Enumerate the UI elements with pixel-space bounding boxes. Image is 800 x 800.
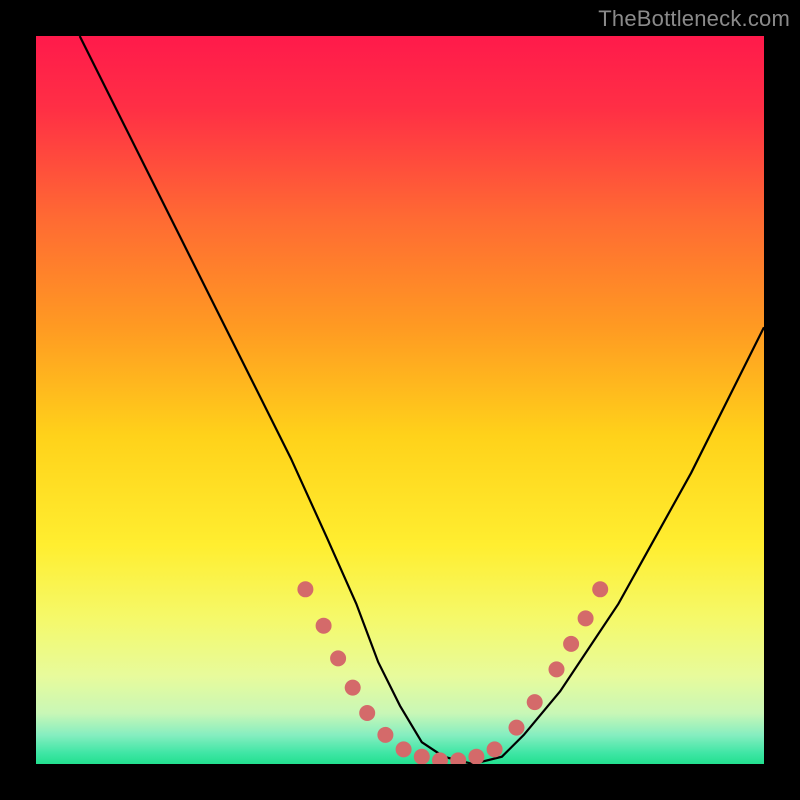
curve-marker	[549, 661, 565, 677]
curve-marker	[527, 694, 543, 710]
curve-marker	[578, 610, 594, 626]
watermark-text: TheBottleneck.com	[598, 6, 790, 32]
curve-marker	[563, 636, 579, 652]
curve-marker	[345, 680, 361, 696]
curve-marker	[432, 752, 448, 764]
curve-marker	[359, 705, 375, 721]
curve-marker	[316, 618, 332, 634]
curve-marker	[396, 741, 412, 757]
curve-marker	[509, 720, 525, 736]
curve-marker	[487, 741, 503, 757]
bottleneck-curve	[80, 36, 764, 764]
curve-marker	[297, 581, 313, 597]
curve-markers	[297, 581, 608, 764]
curve-marker	[414, 749, 430, 764]
curve-marker	[330, 650, 346, 666]
plot-area	[36, 36, 764, 764]
curve-layer	[36, 36, 764, 764]
curve-marker	[592, 581, 608, 597]
curve-marker	[450, 752, 466, 764]
curve-marker	[468, 749, 484, 764]
curve-marker	[377, 727, 393, 743]
chart-frame: TheBottleneck.com	[0, 0, 800, 800]
